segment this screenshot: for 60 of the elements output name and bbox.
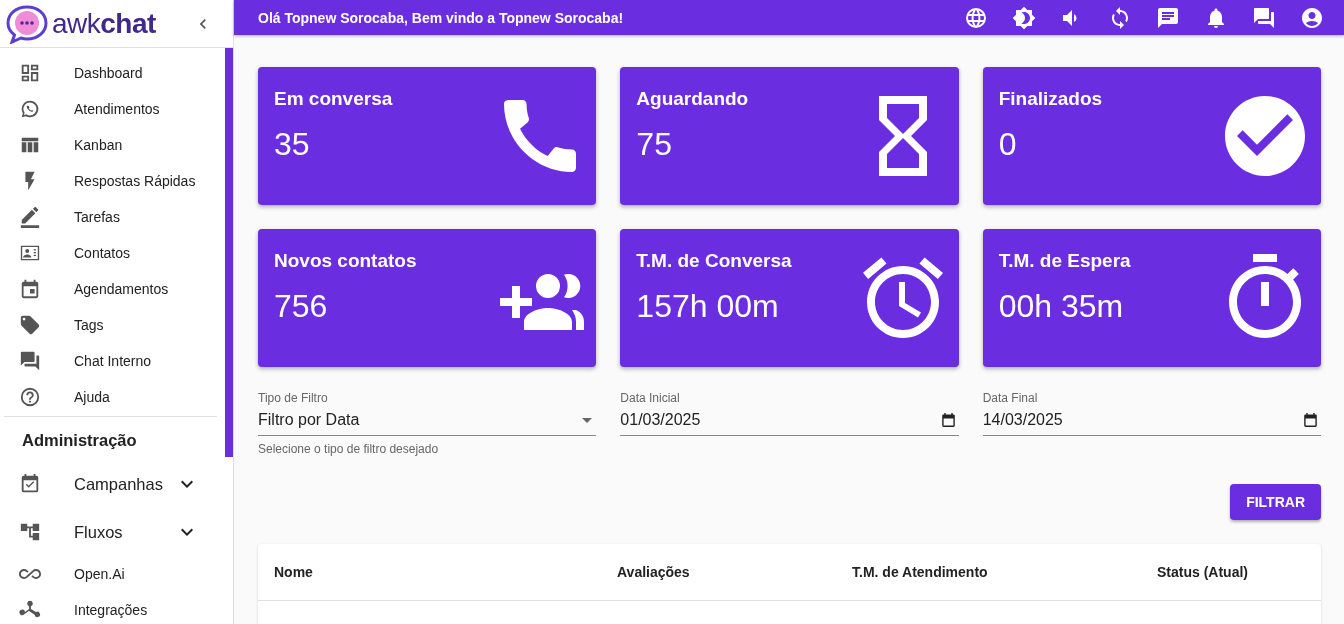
sidebar-item[interactable]: Ajuda — [0, 379, 225, 415]
chat-bubble-logo-icon — [4, 3, 50, 44]
brightness-icon[interactable] — [1012, 5, 1036, 30]
sidebar-item[interactable]: Campanhas — [0, 460, 225, 508]
date-field[interactable]: 14/03/2025 — [982, 405, 1321, 436]
tag-icon — [19, 314, 41, 336]
helper-text: Selecione o tipo de filtro desejado — [258, 442, 439, 456]
pencil-icon — [19, 206, 41, 228]
filter-type-select[interactable]: Filtro por Data — [258, 405, 597, 436]
card-title: T.M. de Espera — [998, 250, 1131, 272]
calendar-icon[interactable] — [1304, 413, 1317, 427]
sidebar-item[interactable]: Open.Ai — [0, 556, 225, 592]
globe-icon[interactable] — [964, 5, 988, 30]
sidebar-item[interactable]: Tags — [0, 307, 225, 343]
card-value: 157h 00m — [636, 288, 780, 325]
dropdown-arrow-icon — [582, 417, 593, 423]
card-value: 75 — [636, 126, 673, 163]
chat-bubble-icon — [19, 98, 41, 120]
sidebar-item[interactable]: Dashboard — [0, 55, 225, 91]
column-header: T.M. de Atendimento — [852, 564, 988, 580]
field-label: Data Inicial — [620, 391, 680, 405]
card-title: Em conversa — [274, 88, 393, 110]
calendar-check-icon — [19, 473, 41, 495]
message-icon[interactable] — [1156, 5, 1180, 30]
scrollbar[interactable] — [225, 48, 233, 457]
sidebar-item[interactable]: Contatos — [0, 235, 225, 271]
sidebar-item[interactable]: Kanban — [0, 127, 225, 163]
calendar-icon — [19, 278, 41, 300]
card-value: 00h 35m — [998, 288, 1125, 325]
field-label: Tipo de Filtro — [258, 391, 328, 405]
dashboard-icon — [19, 62, 41, 84]
help-icon — [19, 386, 41, 408]
account-icon[interactable] — [1300, 5, 1324, 30]
sidebar-item[interactable]: Chat Interno — [0, 343, 225, 379]
card-title: Finalizados — [998, 88, 1103, 110]
greeting-text: Olá Topnew Sorocaba, Bem vindo a Topnew Sorocaba! — [258, 9, 624, 26]
section-title: Administração — [21, 430, 138, 451]
filter-button[interactable]: FILTRAR — [1230, 484, 1321, 520]
card-title: T.M. de Conversa — [636, 250, 792, 272]
field-label: Data Final — [982, 391, 1038, 405]
sidebar-item[interactable]: Integrações — [0, 592, 225, 624]
sidebar-item[interactable]: Agendamentos — [0, 271, 225, 307]
chat-icon — [19, 350, 41, 372]
column-header: Avaliações — [617, 564, 690, 580]
card-title: Aguardando — [636, 88, 749, 110]
card-value: 35 — [274, 126, 311, 163]
column-header: Status (Atual) — [1157, 564, 1248, 580]
chat-icon[interactable] — [1252, 5, 1276, 30]
sidebar-item[interactable]: Tarefas — [0, 199, 225, 235]
column-header: Nome — [274, 564, 313, 580]
logo-text: awkchat — [52, 7, 156, 40]
sidebar-item[interactable]: Fluxos — [0, 508, 225, 556]
card-value: 756 — [274, 288, 329, 325]
card-title: Novos contatos — [274, 250, 417, 272]
sidebar-item[interactable]: Respostas Rápidas — [0, 163, 225, 199]
sidebar-item[interactable]: Atendimentos — [0, 91, 225, 127]
calendar-icon[interactable] — [941, 413, 955, 427]
tree-icon — [19, 521, 41, 543]
card-value: 0 — [998, 126, 1018, 163]
date-field[interactable]: 01/03/2025 — [620, 405, 959, 436]
